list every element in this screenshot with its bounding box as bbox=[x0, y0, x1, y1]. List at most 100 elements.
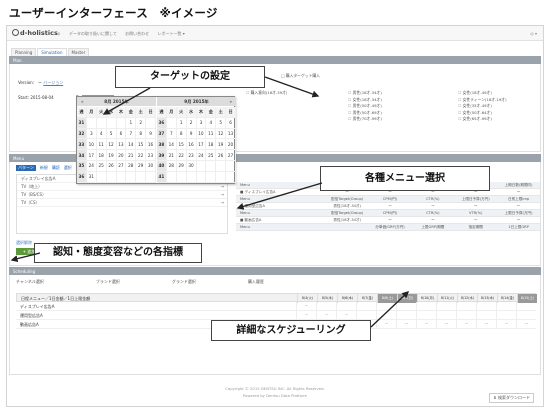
calendar-day[interactable]: 6 bbox=[226, 117, 236, 129]
target-option[interactable]: □ 購入ターゲット購入 bbox=[281, 73, 320, 79]
user-menu[interactable]: ◎ ▾ bbox=[530, 31, 537, 36]
calendar-day[interactable]: 16 bbox=[146, 139, 156, 151]
schedule-cell[interactable] bbox=[476, 311, 496, 320]
table-cell[interactable]: ー bbox=[454, 204, 497, 209]
schedule-cell[interactable]: ー bbox=[316, 311, 336, 320]
calendar-day[interactable]: 6 bbox=[116, 128, 127, 140]
table-cell[interactable]: ー bbox=[369, 204, 412, 209]
schedule-cell[interactable] bbox=[416, 311, 436, 320]
schedule-cell[interactable]: ー bbox=[296, 311, 316, 320]
table-cell[interactable]: ー bbox=[497, 218, 540, 223]
calendar-day[interactable]: 25 bbox=[206, 150, 217, 161]
table-cell[interactable]: ー bbox=[369, 218, 412, 223]
calendar-day[interactable]: 22 bbox=[136, 150, 147, 161]
schedule-cell[interactable]: ー bbox=[516, 320, 536, 329]
calendar-day[interactable]: 7 bbox=[166, 128, 177, 140]
start-date-label[interactable]: Start: 2015-08-04 bbox=[18, 95, 54, 100]
target-option-item[interactable]: 購入意向(18才-39才) bbox=[246, 90, 288, 97]
calendar-day[interactable]: 9 bbox=[146, 128, 156, 140]
calendar-day[interactable]: 22 bbox=[176, 150, 187, 161]
calendar-day[interactable]: 18 bbox=[96, 150, 107, 161]
calendar-day[interactable]: 11 bbox=[206, 128, 217, 140]
calendar-day[interactable]: 26 bbox=[106, 160, 117, 172]
schedule-cell[interactable] bbox=[356, 311, 376, 320]
nav-link-data-policy[interactable]: データの取り扱いに関して bbox=[69, 31, 117, 36]
schedule-cell[interactable] bbox=[336, 302, 356, 311]
arrow-right-icon[interactable]: → bbox=[221, 183, 224, 191]
calendar-day[interactable]: 21 bbox=[166, 150, 177, 161]
purchase-history-filter[interactable]: 購入履歴 bbox=[248, 279, 264, 285]
calendar-day[interactable]: 17 bbox=[86, 150, 97, 161]
calendar-day[interactable]: 19 bbox=[216, 139, 227, 151]
next-month-icon[interactable]: » bbox=[229, 97, 232, 106]
logo[interactable]: d-holisticsβ bbox=[12, 29, 60, 37]
calendar-day[interactable]: 15 bbox=[136, 139, 147, 151]
calendar-day[interactable]: 1 bbox=[176, 117, 187, 129]
schedule-cell[interactable] bbox=[376, 302, 396, 311]
calendar-day[interactable]: 18 bbox=[206, 139, 217, 151]
calendar-day[interactable]: 16 bbox=[186, 139, 197, 151]
calendar-day[interactable]: 4 bbox=[96, 128, 107, 140]
calendar-day[interactable]: 9 bbox=[186, 128, 197, 140]
schedule-cell[interactable] bbox=[436, 302, 456, 311]
schedule-cell[interactable]: ー bbox=[296, 302, 316, 311]
calendar-day[interactable]: 23 bbox=[146, 150, 156, 161]
schedule-cell[interactable] bbox=[496, 302, 516, 311]
calendar-day[interactable]: 11 bbox=[96, 139, 107, 151]
calendar-day[interactable]: 13 bbox=[116, 139, 127, 151]
calendar-day[interactable]: 13 bbox=[226, 128, 236, 140]
channel-filter[interactable]: チャンネル選択 bbox=[16, 279, 44, 285]
version-link[interactable]: バージョン bbox=[43, 80, 63, 85]
prev-month-icon[interactable]: « bbox=[81, 97, 84, 106]
arrow-right-icon[interactable]: → bbox=[221, 199, 224, 207]
schedule-cell[interactable] bbox=[436, 311, 456, 320]
table-cell[interactable]: ー bbox=[497, 190, 540, 195]
target-option-item[interactable]: 女性(65才-99才) bbox=[458, 116, 507, 123]
nav-link-reports[interactable]: レポート一覧 ▾ bbox=[157, 31, 184, 36]
calendar-day[interactable]: 24 bbox=[86, 160, 97, 172]
schedule-cell[interactable]: ー bbox=[396, 320, 416, 329]
calendar-day[interactable]: 8 bbox=[136, 128, 147, 140]
calendar-day[interactable]: 31 bbox=[86, 171, 97, 183]
schedule-cell[interactable] bbox=[496, 311, 516, 320]
calendar-day[interactable]: 24 bbox=[196, 150, 207, 161]
menu-tab-subscribe[interactable]: 購読 bbox=[52, 165, 60, 171]
calendar-day[interactable]: 27 bbox=[116, 160, 127, 172]
calendar-day[interactable]: 12 bbox=[106, 139, 117, 151]
calendar-day[interactable]: 20 bbox=[116, 150, 127, 161]
schedule-cell[interactable]: ー bbox=[376, 320, 396, 329]
target-option-item[interactable]: 男性(70才-99才) bbox=[348, 116, 382, 123]
schedule-cell[interactable] bbox=[376, 311, 396, 320]
calendar-day[interactable]: 3 bbox=[86, 128, 97, 140]
schedule-cell[interactable]: ー bbox=[336, 311, 356, 320]
table-row[interactable]: ■ 運用型広告A 男性(18才-34才) ーーーー bbox=[236, 203, 540, 210]
schedule-cell[interactable]: ー bbox=[456, 320, 476, 329]
calendar-day[interactable]: 29 bbox=[136, 160, 147, 172]
calendar-day[interactable]: 2 bbox=[136, 117, 147, 129]
schedule-cell[interactable] bbox=[456, 311, 476, 320]
schedule-cell[interactable] bbox=[416, 302, 436, 311]
calendar-day[interactable]: 19 bbox=[106, 150, 117, 161]
target-option-item[interactable]: 男性(50才-49才) bbox=[348, 103, 382, 110]
table-cell[interactable]: 男性(18才-34才) bbox=[326, 204, 369, 209]
calendar-day[interactable]: 10 bbox=[86, 139, 97, 151]
version-value[interactable]: ー bbox=[38, 80, 42, 85]
calendar-day[interactable]: 4 bbox=[206, 117, 217, 129]
schedule-cell[interactable]: ー bbox=[436, 320, 456, 329]
calendar-day[interactable]: 25 bbox=[96, 160, 107, 172]
calendar-day[interactable]: 2 bbox=[186, 117, 197, 129]
calendar-day[interactable]: 5 bbox=[216, 117, 227, 129]
schedule-cell[interactable] bbox=[476, 302, 496, 311]
schedule-cell[interactable]: ー bbox=[416, 320, 436, 329]
list-item[interactable]: TV（地上） → bbox=[17, 183, 227, 191]
calendar-day[interactable]: 15 bbox=[176, 139, 187, 151]
menu-tab-select[interactable]: 選択 bbox=[64, 165, 72, 171]
schedule-cell[interactable] bbox=[316, 302, 336, 311]
calendar-day[interactable]: 27 bbox=[226, 150, 236, 161]
calendar-day[interactable]: 17 bbox=[196, 139, 207, 151]
calendar-day[interactable]: 29 bbox=[176, 160, 187, 172]
table-row[interactable]: ■ 動画広告A 男性(18才-34才) ーーーー bbox=[236, 217, 540, 224]
calendar-day[interactable]: 14 bbox=[166, 139, 177, 151]
table-cell[interactable]: 男性(18才-34才) bbox=[326, 218, 369, 223]
nav-link-contact[interactable]: お問い合わせ bbox=[125, 31, 149, 36]
